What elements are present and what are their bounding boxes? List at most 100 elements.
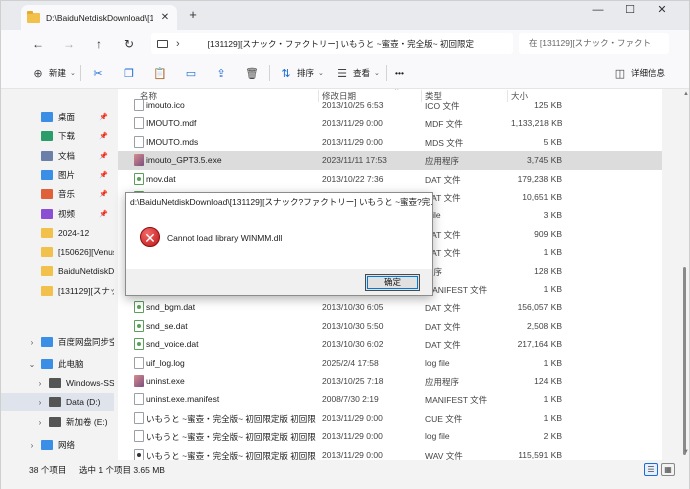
up-arrow-icon[interactable]: ↑ [90,35,108,53]
sidebar-item[interactable]: [150626][Venus [1,243,114,261]
file-row[interactable]: いもうと ~蜜壺・完全版~ 初回限定版 初回限... 2013/11/29 0:0… [118,446,662,460]
cut-button[interactable]: ✂ [91,65,105,81]
expand-chevron-icon[interactable]: › [35,418,45,427]
refresh-icon[interactable]: ↻ [120,35,138,53]
sidebar-item[interactable]: 图片 📌 [1,166,114,184]
application-icon [134,375,144,387]
tree-item[interactable]: › 新加卷 (E:) [1,413,114,431]
file-type: MANIFEST 文件 [425,395,488,406]
more-options-button[interactable]: ••• [395,65,404,81]
tab-title: D:\BaiduNetdiskDownload\[13 [46,12,153,23]
file-size: 909 KB [534,228,562,239]
toolbar-divider [269,65,270,81]
expand-chevron-icon[interactable]: › [35,379,45,388]
expand-chevron-icon[interactable]: › [27,441,37,450]
file-type: DAT 文件 [425,303,461,314]
file-row[interactable]: uif_log.log 2025/2/4 17:58 log file 1 KB [118,354,662,372]
address-bar[interactable]: › … [131129][スナック・ファクトリー] いもうと ~蜜壺・完全版~ … [151,33,513,54]
file-row[interactable]: uninst.exe.manifest 2008/7/30 2:19 MANIFES… [118,390,662,408]
more-options-label: ••• [395,68,404,78]
file-size: 124 KB [534,376,562,386]
back-arrow-icon[interactable]: ← [29,35,47,53]
close-window-button[interactable]: ✕ [647,1,677,21]
tree-item[interactable]: › Data (D:) [1,393,114,411]
chevron-down-icon: ⌄ [374,70,380,77]
sidebar-item[interactable]: 音乐 📌 [1,185,114,203]
file-type: ICO 文件 [425,101,460,111]
sidebar-item-label: 视频 [58,208,76,219]
file-row[interactable]: IMOUTO.mdf 2013/11/29 0:00 MDF 文件 1,133,218… [118,114,662,132]
file-row[interactable]: snd_se.dat 2013/10/30 5:50 DAT 文件 2,508 KB [118,317,662,335]
tiles-view-button[interactable]: ▦ [661,463,675,476]
file-name: IMOUTO.mds [146,136,199,147]
sidebar-item[interactable]: 2024-12 [1,224,114,242]
file-type: DAT 文件 [425,340,461,351]
file-type: t file [425,210,441,221]
sidebar-item-label: 音乐 [58,189,76,200]
file-row[interactable]: いもうと ~蜜壺・完全版~ 初回限定版 初回限... 2013/11/29 0:0… [118,409,662,427]
delete-button[interactable]: 🗑 [245,65,259,81]
sidebar-item[interactable]: BaiduNetdiskD [1,262,114,280]
chevron-right-icon[interactable]: › [176,38,180,50]
sidebar-item[interactable]: [131129][スナッ [1,282,114,300]
file-row[interactable]: imouto.ico 2013/10/25 6:53 ICO 文件 125 KB [118,96,662,114]
paste-button[interactable]: 📋 [153,65,167,81]
file-date: 2013/10/25 7:18 [322,376,384,386]
sidebar-item-label: [150626][Venus [58,247,114,258]
scroll-thumb[interactable] [683,267,686,455]
file-type: DAT 文件 [425,248,461,259]
sidebar-item-label: 文档 [58,150,76,161]
ok-button[interactable]: 确定 [365,274,420,291]
toolbar-divider [80,65,81,81]
expand-chevron-icon[interactable]: › [35,398,45,407]
file-size: 179,238 KB [517,173,562,184]
expand-chevron-icon[interactable]: ⌄ [27,360,37,369]
view-button[interactable]: ☰ 查看 ⌄ [335,65,380,81]
file-size: 1 KB [543,247,562,258]
file-row[interactable]: IMOUTO.mds 2013/11/29 0:00 MDS 文件 5 KB [118,133,662,151]
file-row[interactable]: uninst.exe 2013/10/25 7:18 应用程序 124 KB [118,372,662,390]
tree-item[interactable]: › 网络 [1,436,114,454]
details-view-button[interactable]: ☰ [644,463,658,476]
sort-button[interactable]: ⇅ 排序 ⌄ [279,65,324,81]
maximize-button[interactable]: ☐ [615,1,645,21]
file-type: DAT 文件 [425,193,461,203]
sidebar-item[interactable]: 文档 📌 [1,147,114,165]
vertical-scrollbar[interactable]: ▲ ▼ [680,89,690,460]
file-row[interactable]: imouto_GPT3.5.exe 2023/11/11 17:53 应用程序 3,7… [118,151,662,170]
copy-button[interactable]: ❐ [122,65,136,81]
navigation-pane: 桌面 📌 下载 📌 文档 📌 图片 📌 音乐 📌 视频 📌 2024-12 [150626][Venus B… [1,89,114,460]
scroll-up-icon[interactable]: ▲ [682,91,690,97]
new-button[interactable]: ⊕ 新建 ⌄ [31,65,76,81]
explorer-tab[interactable]: D:\BaiduNetdiskDownload\[13 ✕ [21,5,177,30]
minimize-button[interactable]: — [583,1,613,21]
file-name: いもうと ~蜜壺・完全版~ 初回限定版 初回限... [146,450,316,460]
new-tab-button[interactable]: + [185,7,201,23]
file-row[interactable]: snd_bgm.dat 2013/10/30 6:05 DAT 文件 156,057 … [118,298,662,316]
sidebar-item[interactable]: 视频 📌 [1,205,114,223]
file-size: 1,133,218 KB [511,118,562,129]
tab-close-icon[interactable]: ✕ [159,12,171,23]
drive-icon [49,378,61,388]
tree-item[interactable]: ⌄ 此电脑 [1,355,114,373]
file-row[interactable]: いもうと ~蜜壺・完全版~ 初回限定版 初回限... 2013/11/29 0:0… [118,427,662,445]
file-row[interactable]: snd_voice.dat 2013/10/30 6:02 DAT 文件 217,16… [118,335,662,353]
rename-button[interactable]: ▭ [184,65,198,81]
folder-icon [41,227,53,238]
expand-chevron-icon[interactable]: › [27,338,37,347]
share-button[interactable]: ⇪ [214,65,228,81]
folder-icon [41,266,53,277]
file-name: いもうと ~蜜壺・完全版~ 初回限定版 初回限... [146,413,316,424]
details-pane-button[interactable]: ◫ 详细信息 [613,65,665,81]
sidebar-item[interactable]: 桌面 📌 [1,108,114,126]
file-row[interactable]: mov.dat 2013/10/22 7:36 DAT 文件 179,238 KB [118,170,662,188]
file-icon [134,356,144,369]
file-type: MANIFEST 文件 [425,285,488,295]
tree-item[interactable]: › 百度网盘同步空 [1,333,114,351]
scroll-down-icon[interactable]: ▼ [682,449,690,455]
tree-item[interactable]: › Windows-SSD [1,374,114,392]
sidebar-item[interactable]: 下载 📌 [1,127,114,145]
search-input[interactable]: 在 [131129][スナック・ファクト [519,33,669,54]
forward-arrow-icon[interactable]: → [60,35,78,53]
address-path[interactable]: [131129][スナック・ファクトリー] いもうと ~蜜壺・完全版~ 初回限定 [188,38,474,50]
